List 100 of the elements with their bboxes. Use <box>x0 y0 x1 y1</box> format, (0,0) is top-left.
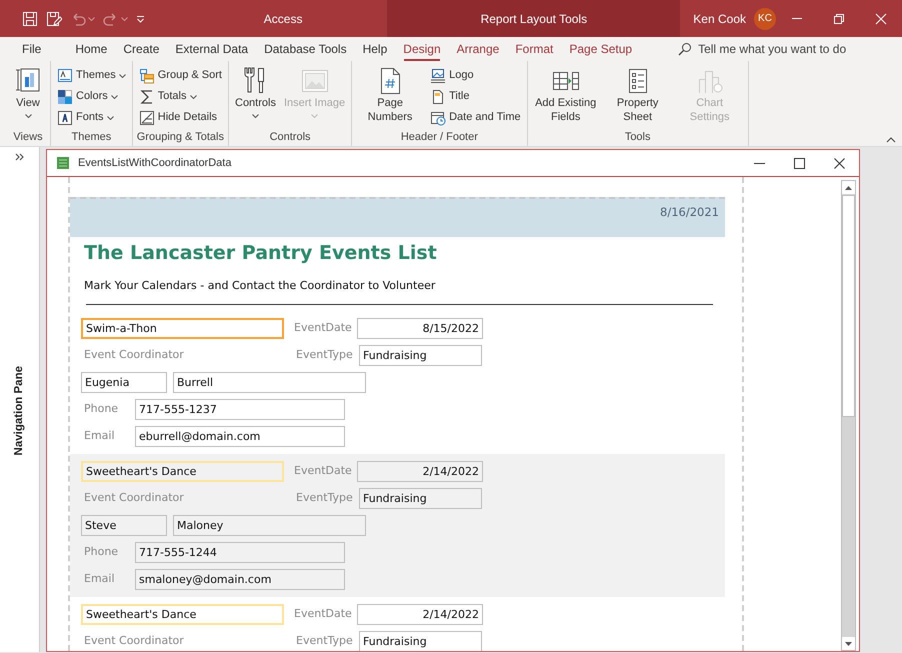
expand-chevron-icon[interactable] <box>15 153 24 161</box>
event-name-field[interactable]: Swim-a-Thon <box>81 318 284 339</box>
document-title: EventsListWithCoordinatorData <box>78 156 232 171</box>
app-title: Access <box>262 10 304 28</box>
email-field[interactable]: smaloney@domain.com <box>135 569 345 590</box>
ribbon-tab[interactable]: Database Tools <box>256 37 355 61</box>
ribbon-button[interactable]: Group & Sort <box>136 65 224 86</box>
ribbon-tab[interactable]: Page Setup <box>561 37 640 61</box>
report-subtitle: Mark Your Calendars - and Contact the Coordinator to Volunteer <box>84 278 436 294</box>
event-type-field[interactable]: Fundraising <box>359 345 482 366</box>
ribbon-button[interactable]: Colors <box>55 86 128 107</box>
calendar-clock-icon <box>430 110 446 126</box>
scrollbar[interactable] <box>841 180 856 651</box>
group-label: Header / Footer <box>400 130 479 145</box>
phone-field[interactable]: 717-555-1237 <box>135 399 345 420</box>
ribbon-button[interactable]: Themes <box>55 65 128 86</box>
sum-icon <box>138 88 155 104</box>
group-label: Themes <box>70 130 112 145</box>
caret-icon <box>88 16 95 20</box>
user-name[interactable]: Ken Cook <box>693 10 746 28</box>
maximize-icon[interactable] <box>794 158 804 168</box>
group-label: Views <box>12 130 44 145</box>
ribbon-button[interactable]: Date and Time <box>428 107 523 128</box>
navigation-pane-label[interactable]: Navigation Pane <box>10 366 28 456</box>
caret-icon <box>311 114 318 118</box>
tell-me-field[interactable]: Tell me what you want to do <box>698 40 878 58</box>
fonts-icon <box>57 110 73 126</box>
first-name-field[interactable]: Steve <box>81 515 167 536</box>
field-label: Event Coordinator <box>83 490 185 506</box>
group-label: Controls <box>268 130 312 145</box>
ribbon-button[interactable]: Logo <box>428 65 523 86</box>
ribbon-tab[interactable]: Home <box>67 37 116 61</box>
close-icon[interactable] <box>834 158 844 168</box>
colors-icon <box>57 88 73 104</box>
themes-icon <box>57 68 73 84</box>
caret-icon <box>121 16 128 20</box>
save-icon[interactable] <box>22 10 38 26</box>
event-date-field[interactable]: 2/14/2022 <box>357 604 483 625</box>
ribbon-button[interactable]: Title <box>428 86 523 107</box>
event-type-field[interactable]: Fundraising <box>359 488 482 509</box>
ribbon-button[interactable]: Fonts <box>55 107 128 128</box>
event-name-field[interactable]: Sweetheart's Dance <box>81 461 284 482</box>
group-sort-icon <box>138 68 155 84</box>
search-icon <box>678 42 692 56</box>
field-label: Event Coordinator <box>83 633 185 650</box>
hide-details-icon <box>138 110 155 126</box>
group-label: Grouping & Totals <box>136 130 224 145</box>
ribbon-button[interactable]: Controls <box>233 65 278 129</box>
last-name-field[interactable]: Maloney <box>173 515 366 536</box>
field-label: Email <box>83 428 116 444</box>
field-label: Event Coordinator <box>83 347 185 364</box>
field-label: EventType <box>295 347 354 364</box>
caret-icon <box>106 116 114 120</box>
group-label: Tools <box>624 130 652 145</box>
report-title: The Lancaster Pantry Events List <box>84 241 438 266</box>
restore-icon[interactable] <box>833 12 845 24</box>
scroll-up-icon[interactable] <box>845 186 852 190</box>
event-date-field[interactable]: 2/14/2022 <box>357 461 483 482</box>
event-date-field[interactable]: 8/15/2022 <box>357 318 483 339</box>
ribbon-button[interactable]: Page Numbers <box>356 65 424 129</box>
field-label: Email <box>83 571 116 588</box>
last-name-field[interactable]: Burrell <box>173 372 366 393</box>
field-label: EventDate <box>293 606 353 622</box>
scroll-down-icon[interactable] <box>845 642 852 646</box>
event-name-field[interactable]: Sweetheart's Dance <box>81 604 284 625</box>
caret-icon <box>190 94 196 98</box>
contextual-title: Report Layout Tools <box>480 10 588 28</box>
field-label: EventType <box>295 490 354 506</box>
field-label: EventDate <box>293 320 353 336</box>
caret-icon <box>252 114 259 118</box>
caret-icon <box>118 74 126 78</box>
field-label: Phone <box>83 544 120 560</box>
save-edit-icon[interactable] <box>46 10 62 26</box>
scrollbar-thumb[interactable] <box>842 195 855 417</box>
ribbon-tab[interactable]: Design <box>395 37 449 61</box>
field-label: Phone <box>83 401 120 418</box>
report-icon <box>57 157 69 169</box>
phone-field[interactable]: 717-555-1244 <box>135 542 345 563</box>
field-label: EventDate <box>293 463 353 480</box>
ribbon-tab[interactable]: Help <box>354 37 396 61</box>
collapse-ribbon-icon[interactable] <box>886 137 896 143</box>
user-avatar[interactable]: KC <box>754 8 776 30</box>
ribbon-tab[interactable]: Create <box>115 37 168 61</box>
ribbon-tab[interactable]: Format <box>507 37 562 61</box>
ribbon-tab[interactable]: External Data <box>167 37 256 61</box>
caret-icon <box>24 114 32 118</box>
ribbon-button[interactable]: Totals <box>136 86 224 107</box>
field-label: EventType <box>295 633 354 650</box>
caret-icon <box>110 94 118 98</box>
report-date: 8/16/2021 <box>660 204 719 221</box>
event-type-field[interactable]: Fundraising <box>359 631 482 651</box>
ribbon-button[interactable]: Hide Details <box>136 107 224 128</box>
ribbon-tab[interactable]: File <box>14 37 50 61</box>
customize-icon[interactable] <box>136 14 145 22</box>
first-name-field[interactable]: Eugenia <box>81 372 167 393</box>
email-field[interactable]: eburrell@domain.com <box>135 426 345 447</box>
ribbon-button[interactable]: Add Existing Fields <box>532 65 600 129</box>
ribbon-button[interactable]: View <box>10 65 46 129</box>
ribbon-button[interactable]: Property Sheet <box>604 65 672 129</box>
ribbon-tab[interactable]: Arrange <box>448 37 508 61</box>
